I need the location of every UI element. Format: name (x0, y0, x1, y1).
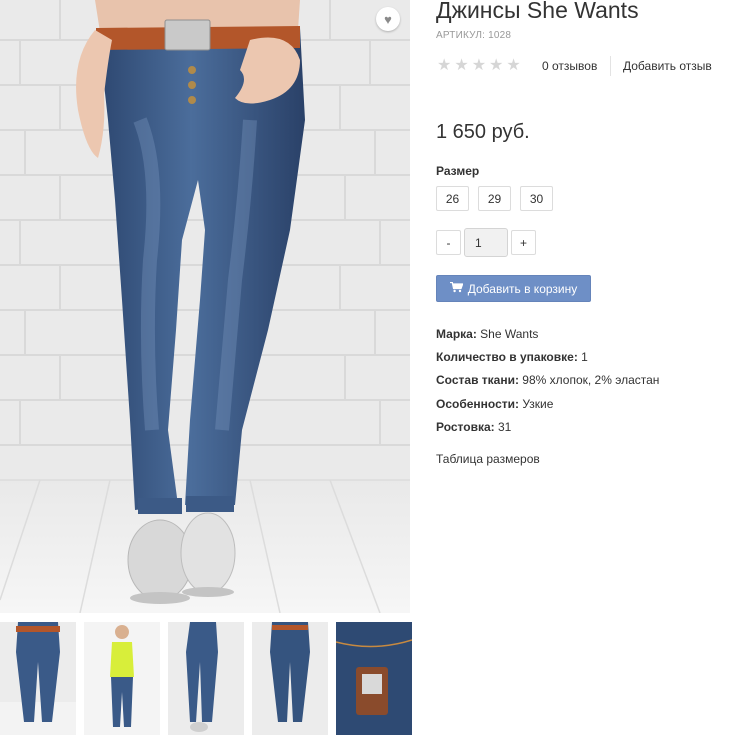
property-label: Состав ткани: (436, 373, 519, 388)
star-icon: ★ (437, 57, 452, 74)
property-value: 31 (498, 419, 512, 434)
property-size-run: Ростовка: 31 (436, 419, 659, 442)
rating-stars[interactable]: ★ ★ ★ ★ ★ (437, 57, 521, 75)
thumbnail-4[interactable] (252, 622, 328, 735)
property-value: 1 (581, 350, 588, 365)
thumbnail-image (336, 622, 412, 735)
thumbnail-image (252, 622, 328, 735)
add-review-link[interactable]: Добавить отзыв (623, 59, 712, 73)
property-label: Марка: (436, 327, 477, 341)
quantity-decrease-button[interactable]: - (436, 230, 461, 255)
sku-label: АРТИКУЛ: (436, 30, 486, 41)
star-icon: ★ (471, 57, 487, 74)
property-fabric: Состав ткани: 98% хлопок, 2% эластан (436, 372, 659, 395)
property-label: Ростовка: (436, 419, 495, 434)
property-value: Узкие (522, 396, 554, 411)
property-label: Количество в упаковке: (436, 350, 578, 365)
heart-icon: ♥ (384, 11, 392, 27)
add-to-cart-label: Добавить в корзину (467, 281, 578, 296)
thumbnail-image (84, 622, 160, 735)
size-option-26[interactable]: 26 (436, 186, 469, 211)
reviews-count-link[interactable]: 0 отзывов (542, 59, 597, 73)
property-brand: Марка: She Wants (436, 326, 659, 349)
quantity-increase-button[interactable]: + (511, 230, 536, 255)
thumbnail-1[interactable] (0, 622, 76, 735)
size-options: 26 29 30 (436, 186, 553, 211)
cart-icon (449, 281, 464, 296)
wishlist-button[interactable]: ♥ (376, 7, 400, 31)
thumbnail-5[interactable] (336, 622, 412, 735)
thumbnail-image (0, 622, 76, 735)
product-sku: АРТИКУЛ: 1028 (436, 30, 511, 41)
product-title: Джинсы She Wants (436, 0, 639, 23)
thumbnail-3[interactable] (168, 622, 244, 735)
sku-value: 1028 (488, 30, 512, 41)
star-icon: ★ (506, 57, 521, 74)
property-features: Особенности: Узкие (436, 396, 659, 419)
quantity-input[interactable] (464, 228, 508, 257)
thumbnail-strip (0, 622, 412, 735)
thumbnail-image (168, 622, 244, 735)
product-properties: Марка: She Wants Количество в упаковке: … (436, 326, 659, 442)
property-pack-quantity: Количество в упаковке: 1 (436, 349, 659, 372)
size-option-29[interactable]: 29 (478, 186, 511, 211)
product-price: 1 650 руб. (436, 121, 530, 143)
add-to-cart-button[interactable]: Добавить в корзину (436, 275, 591, 302)
divider (610, 56, 611, 76)
property-value: 98% хлопок, 2% эластан (522, 373, 660, 388)
size-label: Размер (436, 164, 480, 178)
property-value: She Wants (480, 327, 539, 341)
star-icon: ★ (454, 57, 469, 74)
star-icon: ★ (489, 57, 504, 74)
thumbnail-2[interactable] (84, 622, 160, 735)
size-table-link[interactable]: Таблица размеров (436, 452, 540, 466)
property-label: Особенности: (436, 396, 520, 411)
product-main-image[interactable]: ♥ (0, 0, 410, 613)
product-photo-jeans (0, 0, 410, 613)
size-option-30[interactable]: 30 (520, 186, 553, 211)
